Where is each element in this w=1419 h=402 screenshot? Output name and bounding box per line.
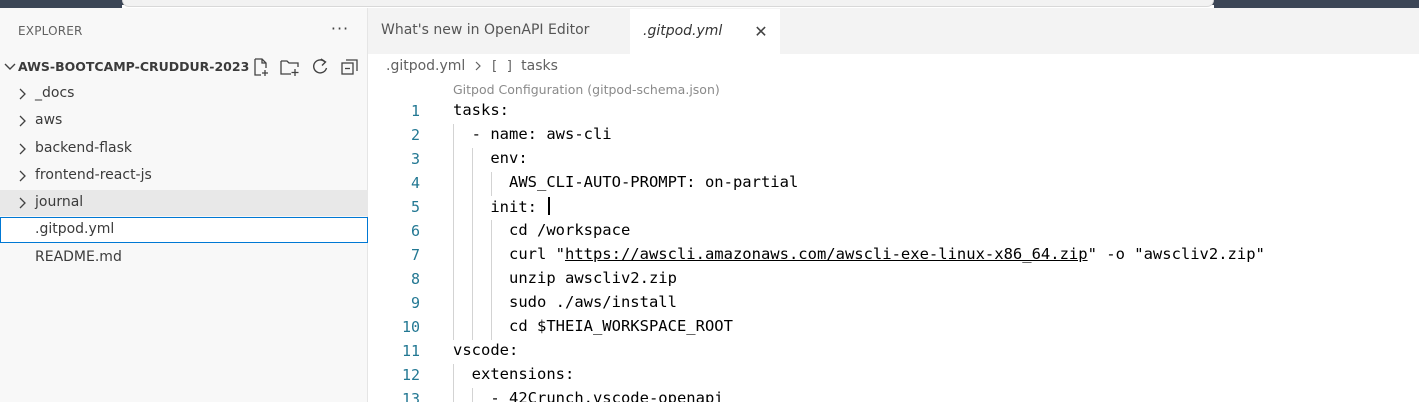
chevron-right-icon bbox=[472, 59, 484, 73]
command-center[interactable] bbox=[122, 0, 1214, 7]
code-text: init: bbox=[453, 197, 551, 216]
project-header[interactable]: AWS-BOOTCAMP-CRUDDUR-2023 bbox=[0, 54, 368, 80]
line-number: 1 bbox=[410, 102, 420, 120]
tree-item-journal[interactable]: journal bbox=[0, 190, 368, 216]
tree-item-backend-flask[interactable]: backend-flask bbox=[0, 136, 368, 162]
code-line: 12 extensions: bbox=[368, 364, 1419, 388]
breadcrumb-file[interactable]: .gitpod.yml bbox=[386, 58, 465, 74]
code-text: sudo ./aws/install bbox=[453, 293, 677, 311]
code-line: 8 unzip awscliv2.zip bbox=[368, 268, 1419, 292]
tree-item-docs[interactable]: _docs bbox=[0, 81, 368, 107]
tree-item-readme-md[interactable]: README.md bbox=[0, 245, 368, 271]
line-number: 11 bbox=[401, 342, 420, 360]
code-line: 1 tasks: bbox=[368, 100, 1419, 124]
refresh-icon[interactable] bbox=[309, 56, 331, 78]
explorer-sidebar: EXPLORER ··· AWS-BOOTCAMP-CRUDDUR-2023 _… bbox=[0, 8, 368, 402]
project-title: AWS-BOOTCAMP-CRUDDUR-2023 bbox=[18, 59, 250, 74]
breadcrumb: .gitpod.yml [ ] tasks bbox=[386, 58, 558, 78]
code-text: cd $THEIA_WORKSPACE_ROOT bbox=[453, 317, 733, 335]
code-url-link[interactable]: https://awscli.amazonaws.com/awscli-exe-… bbox=[565, 245, 1088, 263]
tree-item-label: aws bbox=[35, 112, 63, 128]
code-text-segment: init: bbox=[453, 198, 547, 216]
tree-item-label: backend-flask bbox=[35, 140, 132, 156]
code-line: 6 cd /workspace bbox=[368, 220, 1419, 244]
close-icon[interactable]: ✕ bbox=[752, 23, 770, 41]
line-number: 5 bbox=[410, 198, 420, 216]
chevron-right-icon bbox=[14, 86, 30, 102]
chevron-right-icon bbox=[14, 195, 30, 211]
code-text: cd /workspace bbox=[453, 221, 631, 239]
code-text-segment: curl " bbox=[453, 245, 565, 263]
array-symbol-icon: [ ] bbox=[490, 58, 514, 74]
line-number: 3 bbox=[410, 150, 420, 168]
new-file-icon[interactable] bbox=[250, 56, 272, 78]
tree-item-gitpod-yml[interactable]: .gitpod.yml bbox=[0, 217, 368, 243]
code-text: AWS_CLI-AUTO-PROMPT: on-partial bbox=[453, 173, 799, 191]
text-cursor bbox=[548, 197, 551, 215]
explorer-title: EXPLORER bbox=[18, 24, 83, 38]
code-text: vscode: bbox=[453, 341, 519, 359]
codelens-schema[interactable]: Gitpod Configuration (gitpod-schema.json… bbox=[453, 82, 720, 97]
chevron-right-icon bbox=[14, 168, 30, 184]
tree-item-label: frontend-react-js bbox=[35, 167, 152, 183]
editor-area: What's new in OpenAPI Editor .gitpod.yml… bbox=[368, 8, 1419, 402]
code-line: 11 vscode: bbox=[368, 340, 1419, 364]
new-folder-icon[interactable] bbox=[279, 56, 301, 78]
code-text: extensions: bbox=[453, 365, 575, 383]
tab-gitpod-yml[interactable]: .gitpod.yml ✕ bbox=[630, 8, 780, 54]
tree-item-label: .gitpod.yml bbox=[35, 221, 115, 237]
code-line: 4 AWS_CLI-AUTO-PROMPT: on-partial bbox=[368, 172, 1419, 196]
title-bar-right bbox=[1214, 0, 1419, 8]
tree-item-aws[interactable]: aws bbox=[0, 108, 368, 134]
chevron-down-icon bbox=[2, 58, 18, 74]
line-number: 10 bbox=[401, 318, 420, 336]
line-number: 13 bbox=[401, 390, 420, 402]
collapse-all-icon[interactable] bbox=[339, 56, 361, 78]
code-line: 13 - 42Crunch.vscode-openapi bbox=[368, 388, 1419, 402]
breadcrumb-symbol[interactable]: tasks bbox=[521, 58, 558, 74]
chevron-right-icon bbox=[14, 141, 30, 157]
more-actions-icon[interactable]: ··· bbox=[326, 18, 354, 42]
tab-whats-new-openapi[interactable]: What's new in OpenAPI Editor bbox=[368, 8, 630, 54]
code-line: 9 sudo ./aws/install bbox=[368, 292, 1419, 316]
line-number: 2 bbox=[410, 126, 420, 144]
tree-item-label: _docs bbox=[35, 85, 75, 101]
code-text: env: bbox=[453, 149, 528, 167]
code-text: - name: aws-cli bbox=[453, 125, 612, 143]
tree-item-label: journal bbox=[35, 194, 84, 210]
tree-item-label: README.md bbox=[35, 249, 122, 265]
line-number: 8 bbox=[410, 270, 420, 288]
title-bar-left bbox=[0, 0, 122, 8]
line-number: 4 bbox=[410, 174, 420, 192]
code-text: - 42Crunch.vscode-openapi bbox=[453, 389, 724, 402]
tree-item-frontend-react-js[interactable]: frontend-react-js bbox=[0, 163, 368, 189]
code-line-current: 5 init: bbox=[368, 196, 1419, 220]
code-line: 2 - name: aws-cli bbox=[368, 124, 1419, 148]
line-number: 12 bbox=[401, 366, 420, 384]
explorer-header: EXPLORER ··· bbox=[0, 8, 368, 54]
line-number: 9 bbox=[410, 294, 420, 312]
chevron-right-icon bbox=[14, 113, 30, 129]
code-line: 7 curl "https://awscli.amazonaws.com/aws… bbox=[368, 244, 1419, 268]
title-bar bbox=[0, 0, 1419, 8]
tab-label: What's new in OpenAPI Editor bbox=[381, 22, 590, 38]
tab-label: .gitpod.yml bbox=[643, 23, 723, 39]
code-line: 3 env: bbox=[368, 148, 1419, 172]
code-text-segment: " -o "awscliv2.zip" bbox=[1087, 245, 1265, 263]
code-text: unzip awscliv2.zip bbox=[453, 269, 677, 287]
line-number: 6 bbox=[410, 222, 420, 240]
line-number: 7 bbox=[410, 246, 420, 264]
code-line: 10 cd $THEIA_WORKSPACE_ROOT bbox=[368, 316, 1419, 340]
tab-bar: What's new in OpenAPI Editor .gitpod.yml… bbox=[368, 8, 1419, 54]
code-text: tasks: bbox=[453, 101, 509, 119]
code-text: curl "https://awscli.amazonaws.com/awscl… bbox=[453, 245, 1265, 263]
